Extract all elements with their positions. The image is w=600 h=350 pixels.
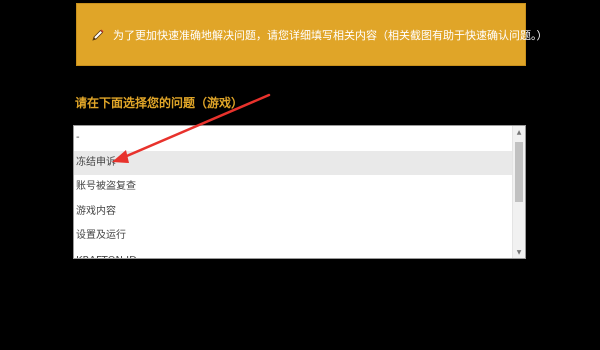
list-item-blank[interactable]: - <box>74 126 512 151</box>
listbox-scrollbar[interactable]: ▲ ▼ <box>512 126 525 258</box>
list-item-account-theft-review[interactable]: 账号被盗复查 <box>74 175 512 200</box>
pencil-icon <box>91 26 105 44</box>
list-item-freeze-appeal[interactable]: 冻结申诉 <box>74 150 512 175</box>
page: 为了更加快速准确地解决问题，请您详细填写相关内容（相关截图有助于快速确认问题。）… <box>0 0 600 350</box>
triangle-up-icon[interactable]: ▲ <box>513 126 525 138</box>
listbox-items: - 冻结申诉 账号被盗复查 游戏内容 设置及运行 KRAFTON ID <box>74 126 512 259</box>
question-label: 请在下面选择您的问题（游戏） <box>75 96 244 110</box>
triangle-down-icon[interactable]: ▼ <box>513 246 525 258</box>
scroll-thumb[interactable] <box>515 142 523 202</box>
list-item-game-content[interactable]: 游戏内容 <box>74 200 512 225</box>
notice-banner: 为了更加快速准确地解决问题，请您详细填写相关内容（相关截图有助于快速确认问题。） <box>76 3 548 66</box>
notice-text: 为了更加快速准确地解决问题，请您详细填写相关内容（相关截图有助于快速确认问题。） <box>113 28 548 42</box>
list-item-settings-operation[interactable]: 设置及运行 <box>74 224 512 249</box>
issue-listbox[interactable]: - 冻结申诉 账号被盗复查 游戏内容 设置及运行 KRAFTON ID ▲ ▼ <box>73 125 526 259</box>
list-item-krafton-id[interactable]: KRAFTON ID <box>74 249 512 259</box>
